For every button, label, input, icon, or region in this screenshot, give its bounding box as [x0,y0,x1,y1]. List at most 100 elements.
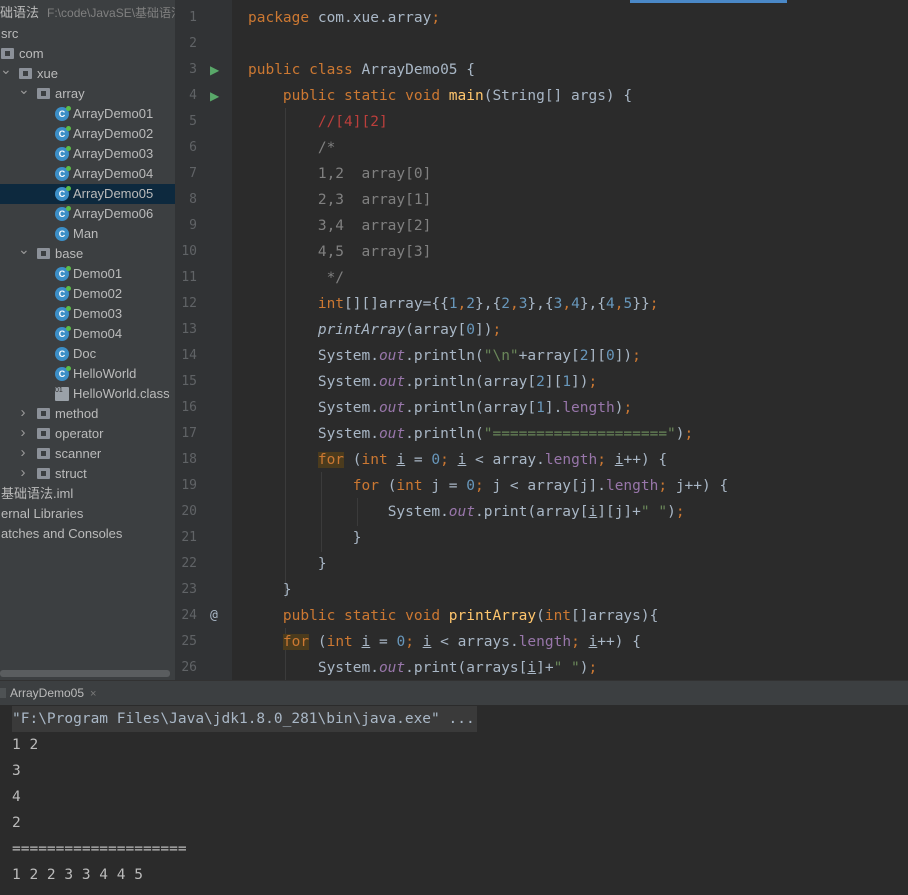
run-tab[interactable]: ArrayDemo05 × [0,681,96,705]
code-line: /* [317,140,336,156]
code-line: 3,4 array[2] [317,218,432,234]
line-number: 5 [189,114,197,129]
java-class-icon: C [55,106,71,121]
line-number: 1 [189,10,197,25]
java-class-icon: C [55,146,71,161]
line-number: 7 [189,166,197,181]
tree-item-helloworld[interactable]: C HelloWorld [0,364,175,384]
tree-item-arraydemo05[interactable]: C ArrayDemo05 [0,184,175,204]
project-root-header[interactable]: 础语法 F:\code\JavaSE\基础语法 [0,3,175,23]
tree-item-demo04[interactable]: C Demo04 [0,324,175,344]
tree-item-operator[interactable]: › operator [0,424,175,444]
tree-item-label: ArrayDemo03 [73,146,154,161]
sidebar-horizontal-scrollbar[interactable] [0,670,170,677]
tree-item-iml[interactable]: 基础语法.iml [0,484,175,504]
chevron-right-icon[interactable]: › [18,443,28,463]
tree-item-src[interactable]: src [0,24,175,44]
tree-item-arraydemo01[interactable]: C ArrayDemo01 [0,104,175,124]
tree-item-atches-and-consoles[interactable]: atches and Consoles [0,524,175,544]
line-number: 17 [181,426,197,441]
console-output-line: 3 [12,763,21,779]
folder-icon [1,48,14,59]
tree-item-demo02[interactable]: C Demo02 [0,284,175,304]
tree-item-label: Doc [73,346,97,361]
line-number: 25 [181,634,197,649]
tree-item-label: scanner [55,446,102,461]
run-icon[interactable]: ▶ [210,83,219,109]
tree-item-label: ArrayDemo02 [73,126,154,141]
line-number: 19 [181,478,197,493]
tree-item-com[interactable]: com [0,44,175,64]
code-line: public static void printArray(int[]array… [282,608,659,624]
code-line: } [352,530,362,546]
line-number: 16 [181,400,197,415]
project-tree-panel: 础语法 F:\code\JavaSE\基础语法 src com ⌄ xue ⌄ array C… [0,0,175,680]
tree-item-label: method [55,406,99,421]
tree-item-label: src [1,26,19,41]
tree-item-label: ArrayDemo05 [73,186,154,201]
line-number: 4 [189,88,197,103]
line-number: 26 [181,660,197,675]
chevron-down-icon[interactable]: ⌄ [0,59,12,79]
tree-item-arraydemo04[interactable]: C ArrayDemo04 [0,164,175,184]
run-tab-label: ArrayDemo05 [10,686,85,700]
java-class-icon: C [55,286,71,301]
code-line: */ [317,270,345,286]
folder-icon [37,448,50,459]
chevron-down-icon[interactable]: ⌄ [18,239,30,259]
code-line: } [317,556,327,572]
tree-item-arraydemo02[interactable]: C ArrayDemo02 [0,124,175,144]
code-line: 2,3 array[1] [317,192,432,208]
code-line: System.out.println(array[1].length); [317,400,633,416]
run-icon[interactable]: ▶ [210,57,219,83]
tree-item-label: Demo04 [73,326,123,341]
tree-item-arraydemo06[interactable]: C ArrayDemo06 [0,204,175,224]
code-line: public class ArrayDemo05 { [248,62,475,78]
line-number: 20 [181,504,197,519]
tree-item-label: array [55,86,85,101]
close-icon[interactable]: × [90,688,96,700]
code-line: //[4][2] [317,114,388,130]
annotation-at-icon[interactable]: @ [210,603,218,629]
tree-item-array[interactable]: ⌄ array [0,81,175,104]
tree-item-demo03[interactable]: C Demo03 [0,304,175,324]
run-tab-bar: ArrayDemo05 × [0,681,908,706]
run-tool-window: ArrayDemo05 × "F:\Program Files\Java\jdk1… [0,680,908,895]
chevron-right-icon[interactable]: › [18,423,28,443]
folder-icon [37,248,50,259]
tree-item-base[interactable]: ⌄ base [0,241,175,264]
console-output-line: 4 [12,789,21,805]
tree-item-label: Demo02 [73,286,123,301]
line-number: 11 [181,270,197,285]
tree-item-label: operator [55,426,104,441]
code-editor[interactable]: package com.xue.array; public class Array… [232,0,908,680]
class-file-icon: 01 [55,387,69,401]
tree-item-method[interactable]: › method [0,404,175,424]
tree-item-ernal-libraries[interactable]: ernal Libraries [0,504,175,524]
chevron-down-icon[interactable]: ⌄ [18,79,30,99]
tree-item-demo01[interactable]: C Demo01 [0,264,175,284]
tree-item-label: com [19,46,44,61]
java-class-icon: C [55,206,71,221]
tree-item-label: base [55,246,84,261]
tree-item-doc[interactable]: C Doc [0,344,175,364]
tree-item-arraydemo03[interactable]: C ArrayDemo03 [0,144,175,164]
tree-item-scanner[interactable]: › scanner [0,444,175,464]
line-number: 22 [181,556,197,571]
java-class-icon: C [55,306,71,321]
code-line: int[][]array={{1,2},{2,3},{3,4},{4,5}}; [317,296,659,312]
tree-item-label: 基础语法.iml [1,486,74,501]
java-class-icon: C [55,326,71,341]
java-class-icon: C [55,126,71,141]
folder-icon [37,88,50,99]
code-line: System.out.println("\n"+array[2][0]); [317,348,641,364]
chevron-right-icon[interactable]: › [18,403,28,423]
tree-item-label: ArrayDemo01 [73,106,154,121]
chevron-right-icon[interactable]: › [18,463,28,483]
tree-item-struct[interactable]: › struct [0,464,175,484]
tree-item-label: ArrayDemo04 [73,166,154,181]
tree-item-label: atches and Consoles [1,526,123,541]
tree-item-helloworld-class[interactable]: 01 HelloWorld.class [0,384,175,404]
folder-icon [19,68,32,79]
code-line: 4,5 array[3] [317,244,432,260]
